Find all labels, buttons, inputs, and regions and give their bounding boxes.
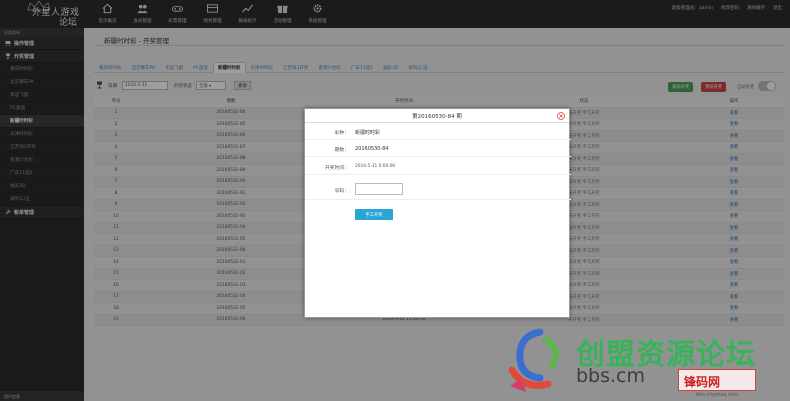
manual-draw-modal: 第20160530-84 期 彩种： 新疆时时彩 期数： 20160530-84… [304, 108, 571, 318]
modal-row-numbers: 号码： [305, 180, 571, 200]
close-icon[interactable] [557, 112, 565, 120]
modal-title: 第20160530-84 期 [412, 114, 462, 120]
modal-row-issue: 期数： 20160530-84 [305, 141, 571, 157]
manual-draw-submit-button[interactable]: 手工开奖 [355, 209, 393, 220]
numbers-input[interactable] [355, 183, 403, 195]
modal-header: 第20160530-84 期 [305, 109, 569, 123]
modal-row-lottery: 彩种： 新疆时时彩 [305, 124, 571, 140]
forum-logo [508, 328, 559, 392]
modal-issue-label: 期数： [334, 148, 349, 153]
modal-time-value: 2016-5-31 0:00:00 [355, 164, 396, 169]
modal-issue-value: 20160530-84 [355, 146, 389, 152]
modal-row-time: 开奖时间： 2016-5-31 0:00:00 [305, 159, 571, 175]
modal-lottery-label: 彩种： [334, 131, 349, 136]
modal-numbers-label: 号码： [334, 189, 349, 194]
modal-lottery-value: 新疆时时彩 [355, 130, 381, 136]
watermark-small-url: bbs.xhymsq.com [696, 392, 739, 398]
modal-time-label: 开奖时间： [325, 166, 349, 171]
watermark-badge: 锋码网 [678, 369, 756, 391]
forum-watermark: 创盟资源论坛 bbs.cm 锋码网 bbs.xhymsq.com [500, 326, 790, 401]
watermark-url: bbs.cm [576, 365, 646, 387]
